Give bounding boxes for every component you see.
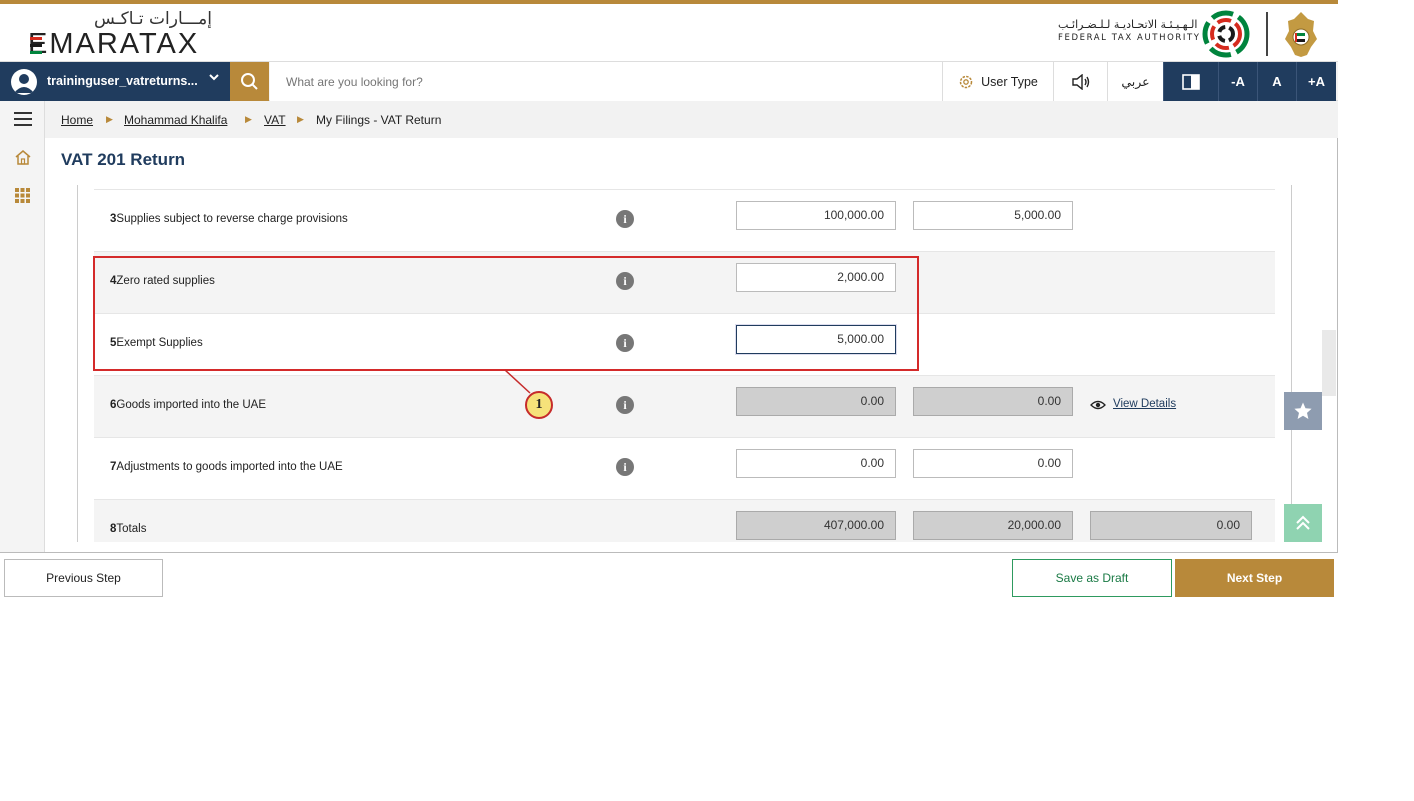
logo-bar-green xyxy=(30,51,42,54)
breadcrumb-user[interactable]: Mohammad Khalifa xyxy=(124,113,227,127)
header: إمـــارات تـاكـس EMARATAX الـهـيـئـة الا… xyxy=(0,4,1338,61)
fta-name-arabic: الـهـيـئـة الاتحـاديـة لـلـضـرائـب xyxy=(1058,18,1198,31)
logo-bar-red xyxy=(30,37,42,40)
breadcrumb-vat[interactable]: VAT xyxy=(264,113,286,127)
breadcrumb-separator-icon: ▶ xyxy=(297,114,304,124)
speaker-icon xyxy=(1071,73,1089,90)
footer-actions: Previous Step Save as Draft Next Step xyxy=(0,552,1338,603)
amount-input[interactable]: 100,000.00 xyxy=(736,201,896,230)
username-label: traininguser_vatreturns... xyxy=(47,74,198,88)
vat-amount-input[interactable]: 0.00 xyxy=(913,449,1073,478)
sidebar xyxy=(0,101,45,552)
sidebar-item-home[interactable] xyxy=(0,139,45,175)
breadcrumb: Home ▶ Mohammad Khalifa ▶ VAT ▶ My Filin… xyxy=(45,101,1338,138)
previous-step-button[interactable]: Previous Step xyxy=(4,559,163,597)
font-decrease-button[interactable]: -A xyxy=(1218,62,1257,101)
home-icon xyxy=(15,150,30,165)
callout-number-badge: 1 xyxy=(525,391,553,419)
app-window: إمـــارات تـاكـس EMARATAX الـهـيـئـة الا… xyxy=(0,0,1338,603)
next-step-button[interactable]: Next Step xyxy=(1175,559,1334,597)
breadcrumb-separator-icon: ▶ xyxy=(245,114,252,124)
uae-emblem-icon xyxy=(1285,12,1317,57)
vat-amount-readonly: 0.00 xyxy=(913,387,1073,416)
emaratax-logo[interactable]: EMARATAX xyxy=(28,28,199,61)
star-icon xyxy=(1294,402,1312,419)
favorite-button[interactable] xyxy=(1284,392,1322,430)
hamburger-icon xyxy=(13,112,32,126)
user-menu[interactable]: traininguser_vatreturns... xyxy=(0,62,230,101)
contrast-toggle[interactable] xyxy=(1163,62,1218,101)
save-draft-button[interactable]: Save as Draft xyxy=(1012,559,1172,597)
emaratax-logo-arabic: إمـــارات تـاكـس xyxy=(94,9,212,29)
amount-input[interactable]: 0.00 xyxy=(736,449,896,478)
font-normal-button[interactable]: A xyxy=(1257,62,1296,101)
table-row-6: 6Goods imported into the UAE i 0.00 0.00… xyxy=(94,375,1275,437)
table-row-7: 7Adjustments to goods imported into the … xyxy=(94,437,1275,499)
grid-icon xyxy=(15,187,30,203)
scrollbar-thumb[interactable] xyxy=(1322,330,1336,396)
row-label: 3Supplies subject to reverse charge prov… xyxy=(110,213,348,225)
search-icon xyxy=(241,73,258,90)
text-to-speech-button[interactable] xyxy=(1053,62,1107,101)
vat-amount-input[interactable]: 5,000.00 xyxy=(913,201,1073,230)
gear-icon xyxy=(959,75,973,88)
total-adjustment: 0.00 xyxy=(1090,511,1252,540)
search-button[interactable] xyxy=(230,62,269,101)
breadcrumb-current: My Filings - VAT Return xyxy=(316,113,442,127)
info-icon[interactable]: i xyxy=(616,210,634,228)
amount-readonly: 0.00 xyxy=(736,387,896,416)
font-increase-button[interactable]: +A xyxy=(1296,62,1336,101)
language-toggle[interactable]: عربي xyxy=(1107,62,1163,101)
total-vat: 20,000.00 xyxy=(913,511,1073,540)
breadcrumb-home[interactable]: Home xyxy=(61,113,93,127)
row-label: 8Totals xyxy=(110,523,147,535)
info-icon[interactable]: i xyxy=(616,458,634,476)
table-row-3: 3Supplies subject to reverse charge prov… xyxy=(94,189,1275,251)
breadcrumb-separator-icon: ▶ xyxy=(106,114,113,124)
user-avatar-icon xyxy=(11,69,37,95)
sidebar-item-apps[interactable] xyxy=(0,177,45,213)
row-label: 6Goods imported into the UAE xyxy=(110,399,266,411)
highlight-box xyxy=(93,256,919,371)
eye-icon xyxy=(1090,400,1106,410)
table-row-totals: 8Totals 407,000.00 20,000.00 0.00 xyxy=(94,499,1275,542)
double-chevron-up-icon xyxy=(1296,515,1310,530)
total-amount: 407,000.00 xyxy=(736,511,896,540)
user-type-label: User Type xyxy=(981,74,1038,89)
logo-bar-black xyxy=(30,44,42,47)
user-type-button[interactable]: User Type xyxy=(942,62,1053,101)
search-input[interactable] xyxy=(270,62,942,101)
menu-toggle[interactable] xyxy=(0,101,45,137)
info-icon[interactable]: i xyxy=(616,396,634,414)
header-divider xyxy=(1266,12,1268,56)
page-title: VAT 201 Return xyxy=(61,150,186,169)
chevron-down-icon xyxy=(208,71,220,86)
row-label: 7Adjustments to goods imported into the … xyxy=(110,461,343,473)
contrast-icon xyxy=(1182,73,1200,90)
scroll-to-top-button[interactable] xyxy=(1284,504,1322,542)
fta-name-english: FEDERAL TAX AUTHORITY xyxy=(1058,33,1201,43)
top-toolbar: traininguser_vatreturns... User Type عرب… xyxy=(0,61,1338,101)
view-details-link[interactable]: View Details xyxy=(1113,398,1176,410)
fta-logo-icon xyxy=(1202,10,1250,58)
